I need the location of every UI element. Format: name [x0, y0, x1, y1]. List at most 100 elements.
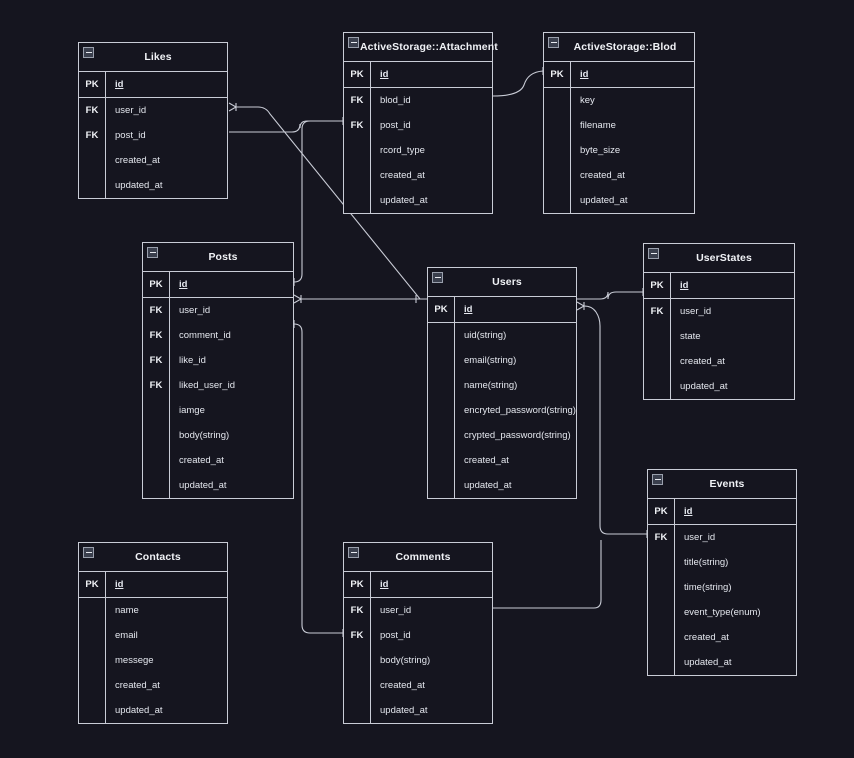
primary-key-row: PK id — [648, 499, 796, 525]
entity-header: Likes — [79, 43, 227, 72]
table-row: created_at — [143, 448, 293, 473]
field-name: title(string) — [684, 557, 729, 568]
key-label: PK — [650, 280, 664, 291]
entity-users[interactable]: Users PK id uid(string) email(string) name(st… — [427, 267, 577, 499]
entity-contacts[interactable]: Contacts PK id name email messege created_at up… — [78, 542, 228, 724]
minus-square-icon[interactable] — [652, 474, 663, 485]
entity-activestorage_blod[interactable]: ActiveStorage::Blod PK id key filename byte_s… — [543, 32, 695, 214]
table-row: FK post_id — [79, 123, 227, 148]
field-name: id — [115, 79, 124, 90]
table-row: PK id — [544, 62, 694, 87]
primary-key-row: PK id — [428, 297, 576, 323]
field-name: updated_at — [684, 657, 732, 668]
entity-posts[interactable]: Posts PK id FK user_id FK comment_id FK like_id F… — [142, 242, 294, 499]
table-row: updated_at — [428, 473, 576, 498]
key-label — [143, 398, 169, 423]
field-name: updated_at — [380, 195, 428, 206]
field-name: id — [380, 579, 389, 590]
minus-square-icon[interactable] — [432, 272, 443, 283]
table-row: PK id — [344, 572, 492, 597]
entity-userstates[interactable]: UserStates PK id FK user_id state created_at up… — [643, 243, 795, 400]
entity-header: UserStates — [644, 244, 794, 273]
entity-comments[interactable]: Comments PK id FK user_id FK post_id body(strin… — [343, 542, 493, 724]
table-row: FK like_id — [143, 348, 293, 373]
key-label: FK — [650, 306, 664, 317]
key-label — [344, 188, 370, 213]
minus-square-icon[interactable] — [348, 547, 359, 558]
minus-square-icon[interactable] — [83, 47, 94, 58]
field-name: post_id — [115, 130, 146, 141]
table-row: encryted_password(string) — [428, 398, 576, 423]
table-row: updated_at — [143, 473, 293, 498]
table-row: FK user_id — [143, 298, 293, 323]
key-label — [344, 698, 370, 723]
field-name: updated_at — [115, 180, 163, 191]
field-name: byte_size — [580, 145, 621, 156]
er-diagram-canvas[interactable]: Likes PK id FK user_id FK post_id created_at upd… — [0, 0, 854, 758]
primary-key-row: PK id — [544, 62, 694, 88]
field-name: post_id — [380, 120, 411, 131]
entity-title: Users — [492, 276, 522, 288]
entity-title: UserStates — [696, 252, 752, 264]
entity-title: ActiveStorage::Blod — [573, 41, 677, 53]
field-list: FK blod_id FK post_id rcord_type created_at up… — [344, 88, 492, 213]
field-list: uid(string) email(string) name(string) encr… — [428, 323, 576, 498]
table-row: updated_at — [79, 698, 227, 723]
field-name: id — [580, 69, 589, 80]
key-label — [428, 323, 454, 348]
entity-title: Events — [709, 478, 745, 490]
field-name: id — [464, 304, 473, 315]
field-name: crypted_password(string) — [464, 430, 571, 441]
table-row: updated_at — [79, 173, 227, 198]
primary-key-row: PK id — [344, 62, 492, 88]
minus-square-icon[interactable] — [147, 247, 158, 258]
key-label: PK — [350, 579, 364, 590]
primary-key-row: PK id — [143, 272, 293, 298]
field-name: encryted_password(string) — [464, 405, 576, 416]
key-label — [648, 650, 674, 675]
field-name: rcord_type — [380, 145, 425, 156]
field-name: created_at — [680, 356, 725, 367]
key-label — [79, 698, 105, 723]
field-name: id — [179, 279, 188, 290]
table-row: FK post_id — [344, 623, 492, 648]
minus-square-icon[interactable] — [83, 547, 94, 558]
table-row: PK id — [79, 572, 227, 597]
table-row: FK post_id — [344, 113, 492, 138]
edge-users-events — [583, 305, 647, 535]
minus-square-icon[interactable] — [648, 248, 659, 259]
table-row: FK user_id — [79, 98, 227, 123]
entity-header: Posts — [143, 243, 293, 272]
minus-square-icon[interactable] — [548, 37, 559, 48]
table-row: PK id — [428, 297, 576, 322]
field-name: user_id — [115, 105, 147, 116]
table-row: created_at — [344, 673, 492, 698]
key-label: FK — [350, 120, 364, 131]
edge-likes-attachment — [229, 120, 343, 133]
key-label: FK — [350, 630, 364, 641]
key-label — [544, 138, 570, 163]
entity-likes[interactable]: Likes PK id FK user_id FK post_id created_at upd… — [78, 42, 228, 199]
table-row: updated_at — [648, 650, 796, 675]
field-name: created_at — [684, 632, 729, 643]
key-label: PK — [654, 506, 668, 517]
table-row: body(string) — [344, 648, 492, 673]
entity-header: Comments — [344, 543, 492, 572]
minus-square-icon[interactable] — [348, 37, 359, 48]
key-label — [79, 598, 105, 623]
field-name: created_at — [179, 455, 224, 466]
field-list: FK user_id FK post_id created_at updated_at — [79, 98, 227, 198]
field-name: updated_at — [380, 705, 428, 716]
key-label: FK — [350, 95, 364, 106]
entity-events[interactable]: Events PK id FK user_id title(string) time(str… — [647, 469, 797, 676]
field-name: comment_id — [179, 330, 231, 341]
field-name: created_at — [380, 680, 425, 691]
key-label: FK — [149, 355, 163, 366]
field-name: blod_id — [380, 95, 411, 106]
entity-activestorage_attachment[interactable]: ActiveStorage::Attachment PK id FK blod_id FK… — [343, 32, 498, 214]
key-label — [644, 374, 670, 399]
field-name: updated_at — [179, 480, 227, 491]
key-label: PK — [85, 579, 99, 590]
field-list: name email messege created_at updated_at — [79, 598, 227, 723]
table-row: byte_size — [544, 138, 694, 163]
